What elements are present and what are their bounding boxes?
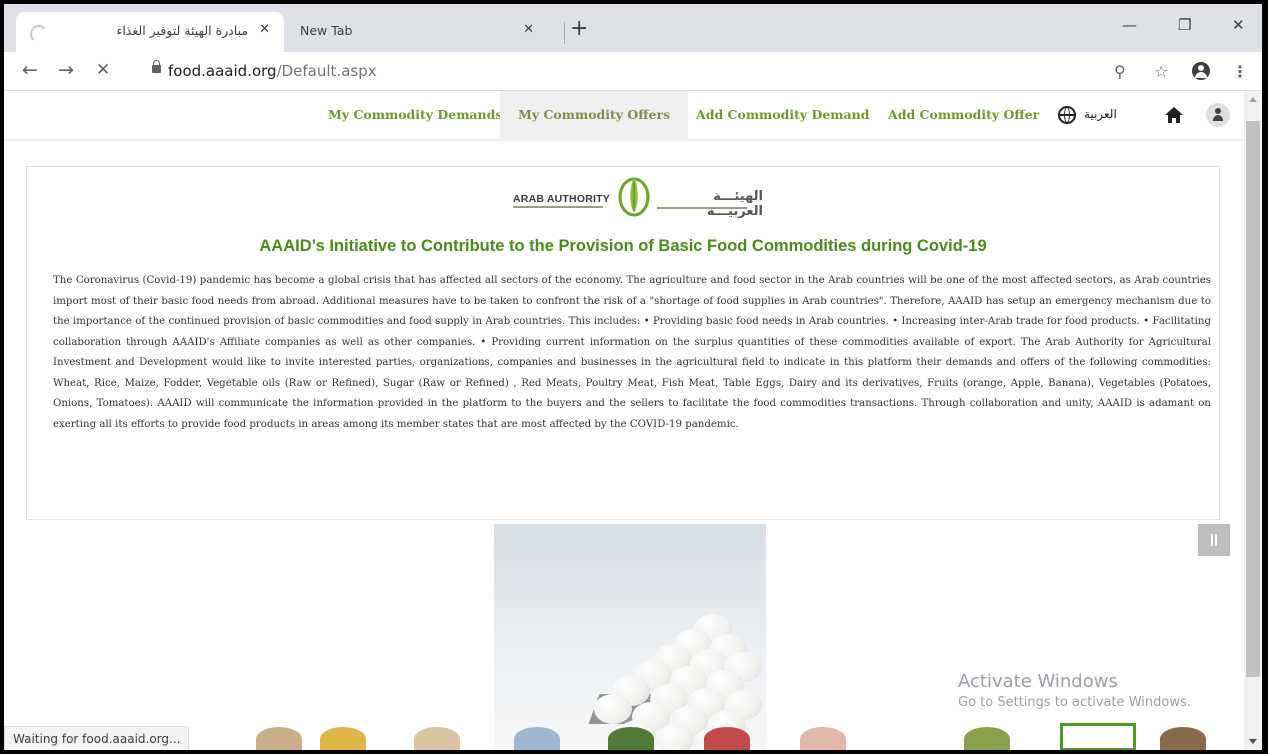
restore-button[interactable]: ❐ xyxy=(1178,16,1191,34)
menu-icon[interactable]: ⋮ xyxy=(1232,62,1248,81)
egg xyxy=(594,694,632,724)
logo-english-text: ARAB AUTHORITY xyxy=(513,193,610,205)
bookmark-star-icon[interactable]: ☆ xyxy=(1154,62,1168,81)
commodity-thumbnail[interactable] xyxy=(800,727,846,750)
windows-activation-watermark: Activate Windows Go to Settings to activ… xyxy=(958,671,1191,710)
scroll-thumb[interactable] xyxy=(1246,121,1260,677)
tab-close-icon[interactable]: ✕ xyxy=(259,22,270,37)
globe-icon[interactable] xyxy=(1058,106,1076,124)
tab-title: New Tab xyxy=(300,23,353,38)
page-heading: AAAID’s Initiative to Contribute to the … xyxy=(259,237,987,255)
browser-window: مبادرة الهيئة لتوفير الغذاء ✕ New Tab ✕ … xyxy=(4,4,1262,750)
nav-my-commodity-offers[interactable]: My Commodity Offers xyxy=(500,91,689,139)
arab-authority-logo: ARAB AUTHORITY الهيئـــة العربيـــة xyxy=(513,173,763,219)
address-bar[interactable]: food.aaaid.org/Default.aspx xyxy=(138,58,1198,86)
nav-add-commodity-offer[interactable]: Add Commodity Offer xyxy=(870,91,1057,139)
commodity-thumbnail[interactable] xyxy=(414,727,460,750)
logo-english-underline xyxy=(513,206,603,208)
initiative-description: The Coronavirus (Covid-19) pandemic has … xyxy=(53,275,1211,430)
minimize-button[interactable]: — xyxy=(1122,16,1137,34)
back-button[interactable]: ← xyxy=(22,59,38,81)
commodity-thumbnail[interactable] xyxy=(514,727,560,750)
loading-spinner-icon xyxy=(30,25,48,43)
commodity-thumbnail[interactable] xyxy=(1160,727,1206,750)
tab-new-tab[interactable]: New Tab ✕ xyxy=(286,12,556,52)
nav-add-commodity-demand[interactable]: Add Commodity Demand xyxy=(678,91,887,139)
commodity-thumbnail[interactable] xyxy=(256,727,302,750)
commodity-thumbnail-selected[interactable] xyxy=(1060,723,1136,750)
logo-arabic-text: الهيئـــة العربيـــة xyxy=(706,189,763,219)
language-switch[interactable]: العربية xyxy=(1084,107,1117,121)
status-bar: Waiting for food.aaaid.org... xyxy=(4,726,190,750)
profile-icon[interactable] xyxy=(1192,62,1210,80)
tab-title: مبادرة الهيئة لتوفير الغذاء xyxy=(116,23,248,38)
browser-toolbar: ← → ✕ food.aaaid.org/Default.aspx ⚲ ☆ ⋮ xyxy=(4,52,1262,91)
initiative-card: ARAB AUTHORITY الهيئـــة العربيـــة AAAI… xyxy=(26,166,1220,520)
stop-button[interactable]: ✕ xyxy=(96,59,110,81)
scroll-up-arrow-icon[interactable] xyxy=(1249,97,1257,102)
commodity-thumbnail[interactable] xyxy=(964,727,1010,750)
tab-active[interactable]: مبادرة الهيئة لتوفير الغذاء ✕ xyxy=(16,12,284,52)
wheat-leaf-icon xyxy=(618,177,650,217)
tab-close-icon[interactable]: ✕ xyxy=(523,22,534,37)
commodity-thumbnail[interactable] xyxy=(320,727,366,750)
new-tab-button[interactable]: + xyxy=(570,18,588,40)
zoom-icon[interactable]: ⚲ xyxy=(1114,62,1126,81)
watermark-subtitle: Go to Settings to activate Windows. xyxy=(958,695,1191,710)
scroll-down-arrow-icon[interactable] xyxy=(1249,739,1257,744)
forward-button[interactable]: → xyxy=(58,59,74,81)
vertical-scrollbar[interactable] xyxy=(1244,91,1262,750)
page-content: My Commodity Demands My Commodity Offers… xyxy=(4,91,1244,750)
commodity-thumbnails xyxy=(4,721,1244,750)
home-icon[interactable] xyxy=(1164,105,1184,125)
site-nav: My Commodity Demands My Commodity Offers… xyxy=(4,91,1244,139)
url-text: food.aaaid.org/Default.aspx xyxy=(168,62,377,80)
commodity-thumbnail[interactable] xyxy=(608,727,654,750)
watermark-title: Activate Windows xyxy=(958,671,1118,692)
user-avatar-icon[interactable] xyxy=(1206,103,1230,127)
commodity-thumbnail[interactable] xyxy=(704,727,750,750)
window-close-button[interactable]: ✕ xyxy=(1232,16,1245,34)
nav-my-commodity-demands[interactable]: My Commodity Demands xyxy=(310,91,520,139)
slider-pause-button[interactable] xyxy=(1198,524,1230,556)
tab-separator xyxy=(564,22,565,44)
lock-icon[interactable] xyxy=(152,60,161,73)
slider-image-eggs[interactable] xyxy=(494,524,766,750)
tab-strip: مبادرة الهيئة لتوفير الغذاء ✕ New Tab ✕ … xyxy=(4,4,1262,52)
logo-arabic-underline xyxy=(657,207,747,209)
